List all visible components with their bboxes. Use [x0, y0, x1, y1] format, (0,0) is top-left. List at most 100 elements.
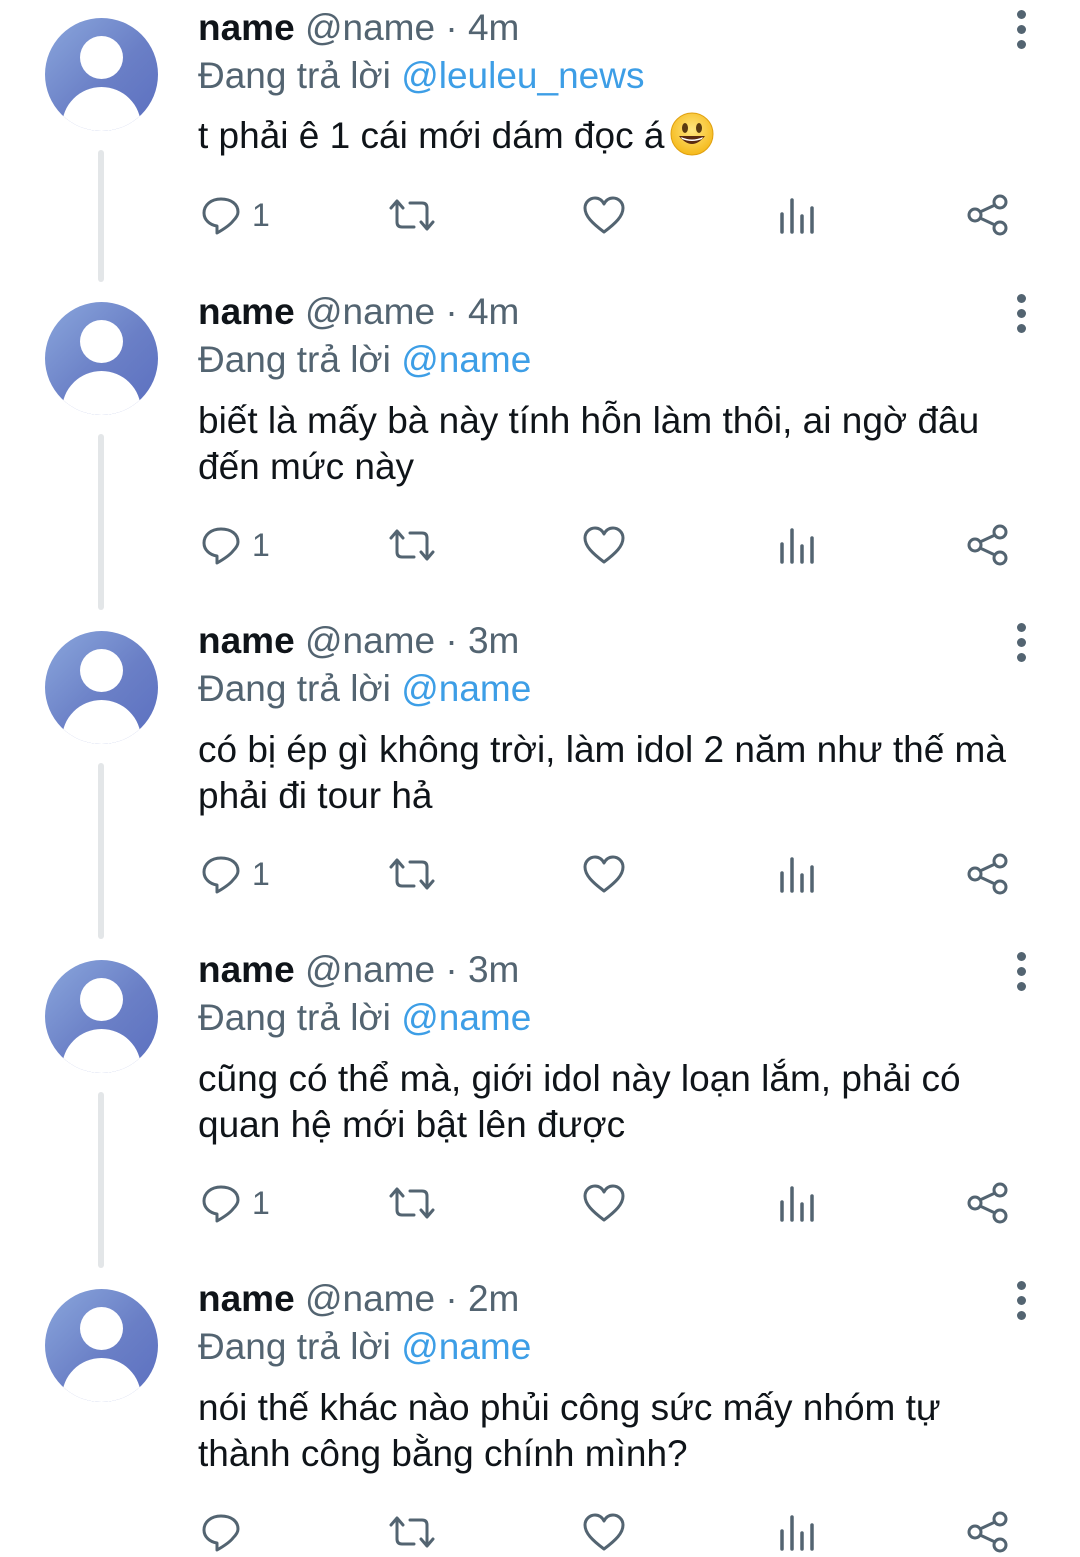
reply-count: 1 [252, 856, 270, 892]
replying-to-label: Đang trả lời [198, 997, 391, 1038]
retweet-button[interactable] [386, 190, 438, 240]
timestamp[interactable]: 2m [468, 1278, 519, 1319]
reply-button[interactable]: 1 [200, 190, 270, 240]
replying-to: Đang trả lời @name [198, 338, 531, 382]
share-button[interactable] [966, 190, 1010, 240]
views-icon [780, 1186, 814, 1222]
replying-to: Đang trả lời @leuleu_news [198, 54, 644, 98]
heart-icon [583, 855, 625, 893]
avatar[interactable] [45, 18, 158, 131]
share-button[interactable] [966, 520, 1010, 570]
user-handle[interactable]: @name [305, 291, 435, 332]
tweet-text: nói thế khác nào phủi công sức mấy nhóm … [198, 1387, 941, 1474]
tweet-text-content: t phải ê 1 cái mới dám đọc á [198, 115, 665, 156]
like-button[interactable] [582, 1507, 626, 1557]
replying-to: Đang trả lời @name [198, 996, 531, 1040]
views-button[interactable] [778, 1178, 816, 1228]
tweet-header: name @name · 4m [198, 6, 519, 50]
reply-button[interactable]: 1 [200, 520, 270, 570]
display-name[interactable]: name [198, 7, 295, 48]
timestamp[interactable]: 4m [468, 291, 519, 332]
avatar[interactable] [45, 1289, 158, 1402]
retweet-icon [389, 858, 435, 890]
mention-link[interactable]: @name [401, 1326, 531, 1367]
more-options-icon[interactable] [1006, 10, 1036, 50]
reply-count: 1 [252, 527, 270, 563]
reply-icon [202, 1185, 240, 1223]
user-handle[interactable]: @name [305, 7, 435, 48]
reply-count: 1 [252, 197, 270, 233]
mention-link[interactable]: @name [401, 997, 531, 1038]
user-handle[interactable]: @name [305, 1278, 435, 1319]
action-bar: 1 [0, 849, 1080, 899]
reply-icon [202, 527, 240, 565]
views-button[interactable] [778, 520, 816, 570]
display-name[interactable]: name [198, 291, 295, 332]
heart-icon [583, 1184, 625, 1222]
replying-to: Đang trả lời @name [198, 1325, 531, 1369]
views-button[interactable] [778, 849, 816, 899]
retweet-button[interactable] [386, 1178, 438, 1228]
share-button[interactable] [966, 1178, 1010, 1228]
display-name[interactable]: name [198, 1278, 295, 1319]
share-button[interactable] [966, 1507, 1010, 1557]
avatar[interactable] [45, 631, 158, 744]
retweet-button[interactable] [386, 849, 438, 899]
like-button[interactable] [582, 190, 626, 240]
views-button[interactable] [778, 1507, 816, 1557]
share-icon [967, 1511, 1008, 1553]
replying-to-label: Đang trả lời [198, 1326, 391, 1367]
views-icon [780, 1515, 814, 1551]
replying-to-label: Đang trả lời [198, 55, 391, 96]
retweet-icon [389, 1187, 435, 1219]
more-options-icon[interactable] [1006, 623, 1036, 663]
replying-to: Đang trả lời @name [198, 667, 531, 711]
retweet-button[interactable] [386, 520, 438, 570]
separator: · [445, 291, 458, 332]
share-icon [967, 853, 1008, 895]
views-button[interactable] [778, 190, 816, 240]
share-icon [967, 1182, 1008, 1224]
retweet-icon [389, 199, 435, 231]
like-button[interactable] [582, 520, 626, 570]
reply-button[interactable] [200, 1507, 252, 1557]
like-button[interactable] [582, 1178, 626, 1228]
timestamp[interactable]: 3m [468, 620, 519, 661]
tweet-text: t phải ê 1 cái mới dám đọc á [198, 112, 1028, 159]
timestamp[interactable]: 3m [468, 949, 519, 990]
reply-count: 1 [252, 1185, 270, 1221]
retweet-icon [389, 529, 435, 561]
tweet-thread: name @name · 4m Đang trả lời @leuleu_new… [0, 0, 1080, 1557]
mention-link[interactable]: @name [401, 668, 531, 709]
display-name[interactable]: name [198, 949, 295, 990]
separator: · [445, 1278, 458, 1319]
views-icon [780, 198, 814, 234]
share-button[interactable] [966, 849, 1010, 899]
avatar[interactable] [45, 302, 158, 415]
avatar[interactable] [45, 960, 158, 1073]
more-options-icon[interactable] [1006, 952, 1036, 992]
mention-link[interactable]: @leuleu_news [401, 55, 644, 96]
user-handle[interactable]: @name [305, 620, 435, 661]
heart-icon [583, 1513, 625, 1551]
reply-button[interactable]: 1 [200, 1178, 270, 1228]
tweet-text: có bị ép gì không trời, làm idol 2 năm n… [198, 729, 1006, 816]
reply-button[interactable]: 1 [200, 849, 270, 899]
like-button[interactable] [582, 849, 626, 899]
action-bar: 1 [0, 190, 1080, 240]
user-handle[interactable]: @name [305, 949, 435, 990]
heart-icon [583, 196, 625, 234]
display-name[interactable]: name [198, 620, 295, 661]
action-bar: 1 [0, 520, 1080, 570]
more-options-icon[interactable] [1006, 294, 1036, 334]
grinning-face-emoji [670, 112, 714, 156]
reply-icon [202, 856, 240, 894]
tweet-text: cũng có thể mà, giới idol này loạn lắm, … [198, 1058, 961, 1145]
views-icon [780, 857, 814, 893]
reply-icon [202, 197, 240, 235]
more-options-icon[interactable] [1006, 1281, 1036, 1321]
action-bar [0, 1507, 1080, 1557]
timestamp[interactable]: 4m [468, 7, 519, 48]
mention-link[interactable]: @name [401, 339, 531, 380]
retweet-button[interactable] [386, 1507, 438, 1557]
